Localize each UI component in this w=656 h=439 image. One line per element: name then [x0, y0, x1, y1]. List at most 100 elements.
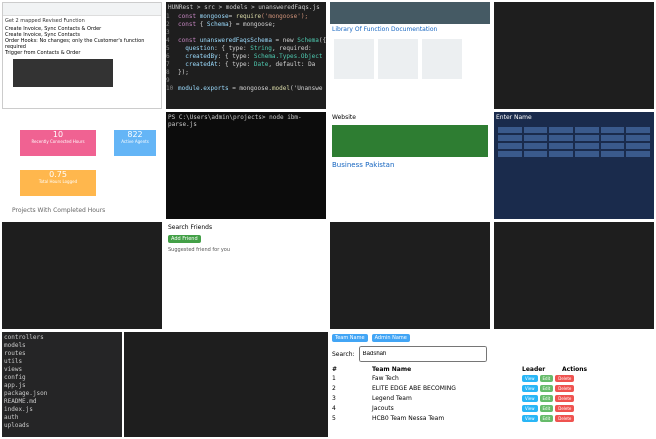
stat-card: 822 Active Agents — [114, 130, 156, 156]
tile-keyboard-app: Enter Name — [494, 112, 654, 219]
tile-file-explorer: controllers models routes utils views config a… — [2, 332, 122, 437]
doc-image — [13, 59, 113, 87]
edit-button[interactable]: Edit — [539, 384, 554, 392]
tab-button[interactable]: Admin Name — [371, 334, 410, 342]
table-row: 2 ELITE EDGE ABE BECOMING View Edit Delete — [332, 383, 652, 393]
terminal-prompt: PS C:\Users\admin\projects> node ibm-par… — [168, 114, 302, 128]
delete-button[interactable]: Delete — [555, 404, 575, 412]
file-tree-item[interactable]: package.json — [4, 390, 120, 398]
key-button[interactable] — [574, 143, 599, 149]
edit-button[interactable]: Edit — [539, 414, 554, 422]
edit-button[interactable]: Edit — [539, 394, 554, 402]
doc-heading: Get 2 mapped Revised Function — [5, 18, 85, 24]
thumb — [334, 39, 374, 79]
table-row: 3 Legend Team View Edit Delete — [332, 393, 652, 403]
key-button[interactable] — [626, 135, 650, 141]
stat-card: 10 Recently Connected Hours — [20, 130, 96, 156]
tile-terminal: PS C:\Users\admin\projects> node ibm-par… — [166, 112, 326, 219]
view-button[interactable]: View — [522, 404, 538, 412]
code-line: 1 const mongoose= require('mongoose'); — [166, 13, 309, 20]
tile-code-editor: HUNRest > src > models > unansweredFaqs.… — [166, 2, 326, 109]
file-tree-item[interactable]: auth — [4, 414, 120, 422]
add-friend-button[interactable]: Add Friend — [168, 235, 201, 243]
doc-list-item: Order Hooks: No changes; only the Custom… — [5, 38, 145, 50]
code-line: 4 const unansweredFaqsSchema = new Schema… — [166, 37, 326, 44]
file-tree-item[interactable]: routes — [4, 350, 120, 358]
key-button[interactable] — [549, 143, 573, 149]
key-button[interactable] — [498, 127, 522, 133]
site-title: Library Of Function Documentation — [332, 26, 438, 33]
search-input[interactable] — [358, 346, 487, 362]
delete-button[interactable]: Delete — [555, 414, 575, 422]
file-tree-item[interactable]: app.js — [4, 382, 120, 390]
delete-button[interactable]: Delete — [555, 374, 575, 382]
tile-docs-site: Library Of Function Documentation — [330, 2, 490, 109]
site-header — [330, 2, 490, 24]
delete-button[interactable]: Delete — [555, 394, 575, 402]
file-tree-item[interactable]: models — [4, 342, 120, 350]
friends-subtitle: Suggested friend for you — [168, 247, 231, 253]
key-button[interactable] — [600, 151, 625, 157]
table-row: 5 HCB0 Team Nessa Team View Edit Delete — [332, 413, 652, 423]
edit-button[interactable]: Edit — [539, 404, 554, 412]
friends-title: Search Friends — [168, 224, 213, 231]
key-button[interactable] — [523, 151, 548, 157]
key-button[interactable] — [523, 127, 548, 133]
tab-button[interactable]: Team Name — [332, 334, 368, 342]
table-row: 1 Faw Tech View Edit Delete — [332, 373, 652, 383]
key-button[interactable] — [549, 135, 573, 141]
key-button[interactable] — [626, 151, 650, 157]
key-button[interactable] — [523, 143, 548, 149]
code-line: 3 — [166, 29, 170, 36]
code-line: 6 createdBy: { type: Schema.Types.Object — [166, 53, 323, 60]
tile-import-editor — [2, 222, 162, 329]
view-button[interactable]: View — [522, 374, 538, 382]
key-button[interactable] — [523, 135, 548, 141]
key-button[interactable] — [549, 151, 573, 157]
key-button[interactable] — [600, 143, 625, 149]
thumb — [422, 39, 462, 79]
delete-button[interactable]: Delete — [555, 384, 575, 392]
code-line: 2 const { Schema} = mongoose; — [166, 21, 276, 28]
key-button[interactable] — [600, 135, 625, 141]
doc-toolbar — [3, 3, 161, 16]
code-line: 5 question: { type: String, required: — [166, 45, 312, 52]
code-line: 9 — [166, 77, 170, 84]
key-button[interactable] — [600, 127, 625, 133]
view-button[interactable]: View — [522, 414, 538, 422]
tile-document: Get 2 mapped Revised Function Create Inv… — [2, 2, 162, 109]
key-button[interactable] — [498, 151, 522, 157]
key-button[interactable] — [574, 135, 599, 141]
table-header: # Team Name Leader Actions — [332, 366, 588, 373]
file-tree-item[interactable]: index.js — [4, 406, 120, 414]
file-tree-item[interactable]: views — [4, 366, 120, 374]
headline: Business Pakistan — [332, 161, 395, 169]
code-line: 8}); — [166, 69, 189, 76]
key-button[interactable] — [498, 135, 522, 141]
code-line: 10 module.exports = mongoose.model('Unans… — [166, 85, 323, 92]
key-button[interactable] — [574, 151, 599, 157]
key-button[interactable] — [498, 143, 522, 149]
tile-friends: Search Friends Add Friend Suggested frie… — [166, 222, 326, 329]
file-tree-item[interactable]: utils — [4, 358, 120, 366]
file-tree-item[interactable]: controllers — [4, 334, 120, 342]
site-label: Website — [332, 114, 356, 121]
view-button[interactable]: View — [522, 384, 538, 392]
file-tree-item[interactable]: README.md — [4, 398, 120, 406]
tile-editor-3 — [330, 222, 490, 329]
view-button[interactable]: View — [522, 394, 538, 402]
breadcrumb: HUNRest > src > models > unansweredFaqs.… — [168, 4, 320, 11]
banner — [332, 125, 488, 157]
key-button[interactable] — [574, 127, 599, 133]
key-button[interactable] — [626, 127, 650, 133]
file-tree-item[interactable]: config — [4, 374, 120, 382]
tile-dashboard: 10 Recently Connected Hours 822 Active Agen… — [2, 112, 162, 219]
name-label: Enter Name — [496, 114, 532, 121]
tile-teams-table: Team NameAdmin Name Search: #Team NameLe… — [330, 332, 654, 437]
key-button[interactable] — [626, 143, 650, 149]
file-tree-item[interactable]: uploads — [4, 422, 120, 430]
key-button[interactable] — [549, 127, 573, 133]
projects-footer: Projects With Completed Hours — [12, 207, 106, 214]
thumb — [378, 39, 418, 79]
edit-button[interactable]: Edit — [539, 374, 554, 382]
